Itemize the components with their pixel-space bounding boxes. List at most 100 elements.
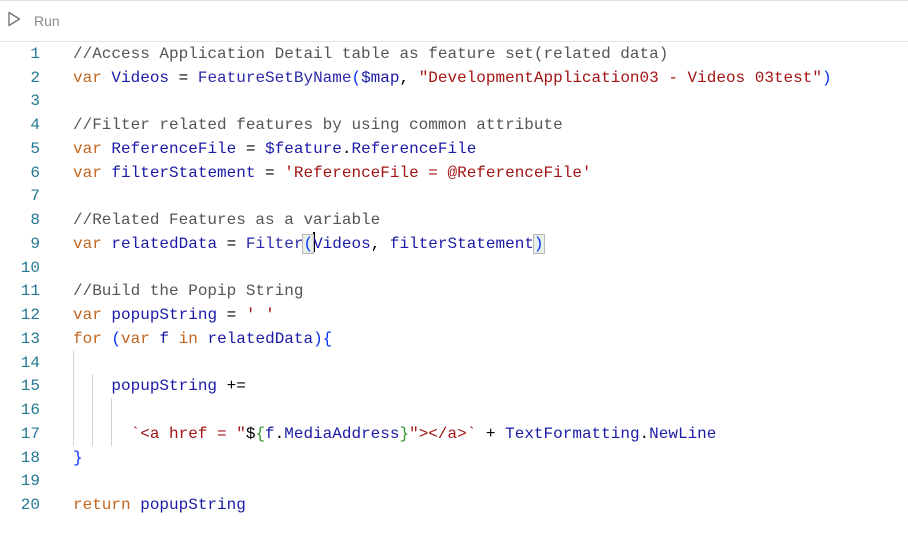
code-line[interactable]: 13 for (var f in relatedData){ bbox=[0, 327, 908, 351]
code-text: popupString += bbox=[73, 374, 255, 398]
token-id: popupString bbox=[111, 306, 218, 325]
code-text: var relatedData = Filter(Videos, filterS… bbox=[73, 231, 545, 256]
token-op: , bbox=[370, 234, 390, 253]
code-line[interactable]: 17 `<a href = "${f.MediaAddress}"></a>` … bbox=[0, 421, 908, 446]
token-id: NewLine bbox=[649, 424, 717, 443]
code-line[interactable]: 2 var Videos = FeatureSetByName($map, "De… bbox=[0, 66, 908, 90]
token-kw: for bbox=[73, 329, 102, 348]
token-op bbox=[102, 235, 112, 253]
token-op: $ bbox=[245, 424, 256, 443]
code-text: for (var f in relatedData){ bbox=[73, 327, 332, 351]
token-str: "DevelopmentApplication03 - Videos 03tes… bbox=[418, 68, 822, 87]
code-line[interactable]: 8 //Related Features as a variable bbox=[0, 208, 908, 232]
line-number: 17 bbox=[20, 424, 40, 443]
run-label: Run bbox=[34, 13, 60, 29]
code-line[interactable]: 14 bbox=[0, 350, 908, 375]
code-text: //Filter related features by using commo… bbox=[73, 113, 563, 137]
code-text: var ReferenceFile = $feature.ReferenceFi… bbox=[73, 137, 476, 161]
token-op: = bbox=[236, 139, 266, 158]
token-op bbox=[73, 377, 111, 395]
play-icon bbox=[7, 11, 21, 32]
token-id: filterStatement bbox=[389, 234, 534, 253]
line-number: 1 bbox=[30, 45, 40, 63]
token-op: = bbox=[169, 68, 198, 87]
token-paren: ) bbox=[821, 68, 832, 87]
line-number: 11 bbox=[20, 282, 40, 301]
line-number: 15 bbox=[20, 377, 40, 396]
token-id: popupString bbox=[140, 496, 246, 515]
token-op: , bbox=[399, 68, 419, 87]
token-paren: ) bbox=[532, 233, 545, 254]
code-text: } bbox=[73, 446, 83, 470]
code-line[interactable]: 11 //Build the Popip String bbox=[0, 279, 908, 303]
token-kw: in bbox=[178, 329, 198, 348]
code-line[interactable]: 3 bbox=[0, 89, 908, 113]
code-line[interactable]: 6 var filterStatement = 'ReferenceFile = … bbox=[0, 161, 908, 185]
code-line[interactable]: 19 bbox=[0, 469, 908, 493]
indent-guide bbox=[111, 398, 113, 423]
token-id: filterStatement bbox=[111, 163, 256, 182]
token-comment: //Access Application Detail table as fea… bbox=[73, 45, 669, 63]
token-op: = bbox=[217, 234, 246, 253]
code-text: var filterStatement = 'ReferenceFile = @… bbox=[73, 161, 592, 185]
code-line[interactable]: 16 bbox=[0, 398, 908, 423]
token-comment: //Filter related features by using commo… bbox=[73, 116, 563, 135]
code-line[interactable]: 1 //Access Application Detail table as fe… bbox=[0, 42, 908, 66]
token-op bbox=[102, 330, 112, 348]
token-id: popupString bbox=[111, 377, 218, 396]
token-op: . bbox=[274, 424, 285, 443]
token-id: f bbox=[159, 329, 170, 348]
line-number: 12 bbox=[20, 306, 40, 325]
line-number: 16 bbox=[20, 401, 40, 420]
token-id: Videos bbox=[313, 234, 371, 253]
code-line[interactable]: 4 //Filter related features by using comm… bbox=[0, 113, 908, 137]
token-op bbox=[102, 164, 112, 182]
toolbar: Run bbox=[0, 1, 908, 42]
token-id: ReferenceFile bbox=[111, 139, 237, 158]
token-id: MediaAddress bbox=[284, 424, 400, 443]
code-line[interactable]: 5 var ReferenceFile = $feature.ReferenceF… bbox=[0, 137, 908, 161]
token-op: . bbox=[639, 424, 650, 443]
token-kw: var bbox=[73, 306, 102, 325]
token-op: += bbox=[217, 377, 256, 396]
token-id: TextFormatting bbox=[505, 424, 640, 443]
code-editor[interactable]: 1 //Access Application Detail table as fe… bbox=[0, 42, 908, 538]
line-number: 3 bbox=[30, 92, 40, 111]
code-line[interactable]: 18} bbox=[0, 446, 908, 470]
line-number: 10 bbox=[20, 258, 40, 277]
code-line[interactable]: 20 return popupString bbox=[0, 493, 908, 517]
token-paren: ( bbox=[351, 68, 362, 87]
code-line[interactable]: 9 var relatedData = Filter(Videos, filter… bbox=[0, 231, 908, 256]
code-line[interactable]: 10 bbox=[0, 256, 908, 280]
code-text: var Videos = FeatureSetByName($map, "Dev… bbox=[73, 66, 832, 90]
token-comment: //Build the Popip String bbox=[73, 282, 304, 301]
token-op: = bbox=[217, 306, 246, 325]
token-id: relatedData bbox=[207, 329, 314, 348]
code-line[interactable]: 12 var popupString = ' ' bbox=[0, 303, 908, 327]
token-str: 'ReferenceFile = @ReferenceFile' bbox=[284, 163, 592, 182]
token-op bbox=[150, 330, 160, 348]
token-op bbox=[169, 330, 179, 348]
indent-guide bbox=[73, 398, 74, 423]
token-fn: FeatureSetByName bbox=[197, 68, 352, 87]
indent-guide bbox=[92, 398, 94, 423]
token-op bbox=[102, 140, 112, 158]
code-line[interactable]: 15 popupString += bbox=[0, 374, 908, 399]
token-brace: { bbox=[255, 424, 266, 443]
token-op: = bbox=[255, 163, 285, 182]
token-kw: var bbox=[73, 68, 102, 87]
token-str: `<a href = " bbox=[130, 424, 246, 443]
line-number: 5 bbox=[30, 139, 40, 158]
code-line[interactable]: 7 bbox=[0, 184, 908, 208]
token-fn: Filter bbox=[245, 234, 304, 253]
run-button[interactable]: Run bbox=[7, 11, 60, 32]
token-id: f bbox=[265, 424, 275, 443]
code-text: var popupString = ' ' bbox=[73, 303, 275, 327]
token-id: $feature bbox=[265, 139, 342, 158]
token-op bbox=[102, 306, 112, 324]
token-paren: } bbox=[73, 448, 83, 467]
line-number: 19 bbox=[20, 472, 40, 491]
token-id: Videos bbox=[111, 68, 170, 87]
token-kw: var bbox=[121, 329, 150, 348]
line-number: 20 bbox=[20, 496, 40, 515]
